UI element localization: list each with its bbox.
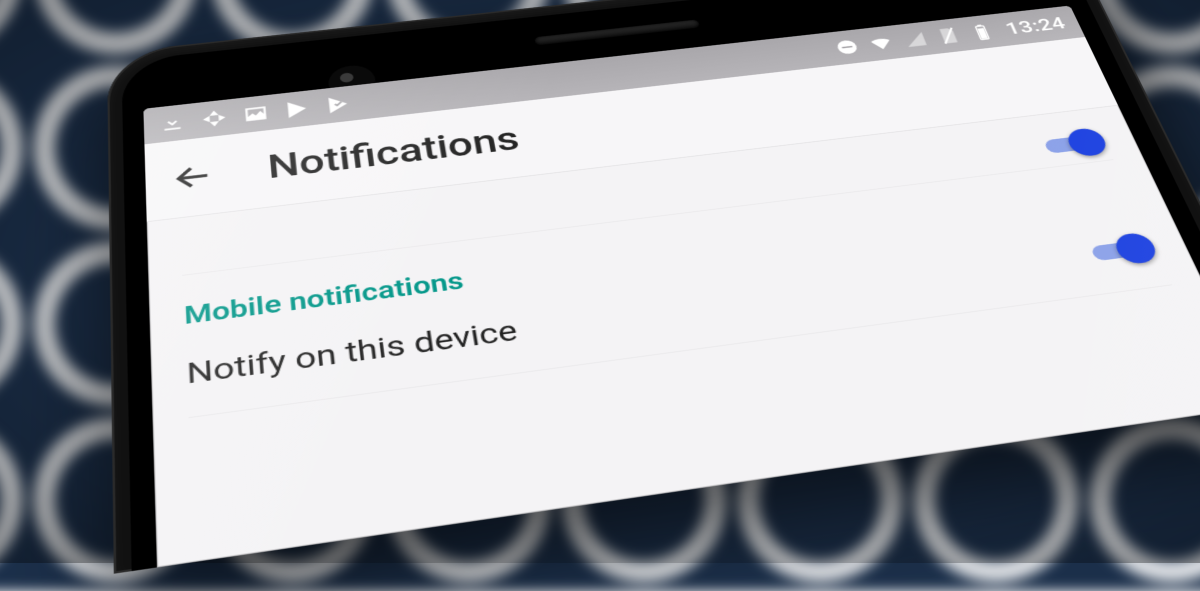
back-button[interactable] [169,157,218,197]
battery-icon [966,22,998,42]
toggle-thumb [1111,231,1161,265]
sim-icon [933,26,964,46]
page-title: Notifications [266,121,522,187]
photos-pinwheel-icon [200,108,228,130]
phone-body: 13:24 Notifications [107,0,1200,574]
phone-earpiece [534,19,700,45]
download-icon [158,112,186,134]
signal-icon [899,30,930,50]
do-not-disturb-icon [831,37,862,57]
phone-screen: 13:24 Notifications [143,6,1200,568]
picture-icon [242,103,271,125]
status-bar-clock: 13:24 [1002,13,1069,38]
play-store-icon [283,98,312,120]
setting-label-notify-device: Notify on this device [186,313,520,391]
toggle-top[interactable] [1037,127,1111,161]
scene: 13:24 Notifications [0,0,1200,563]
toggle-thumb [1064,127,1111,158]
toggle-notify-device[interactable] [1083,231,1161,269]
arrow-left-icon [171,159,216,195]
check-badge-icon [324,94,353,116]
wifi-icon [865,33,896,53]
